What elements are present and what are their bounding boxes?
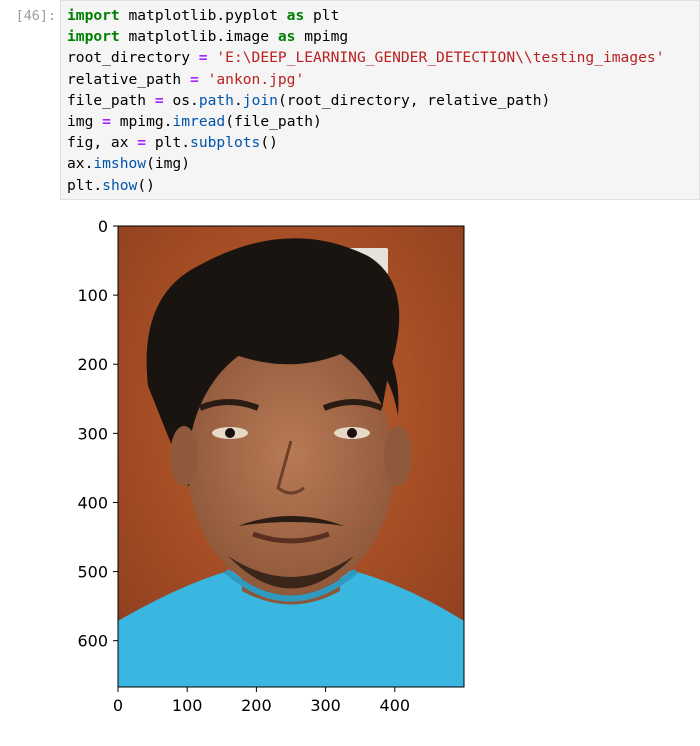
execution-count: [46]: — [15, 9, 56, 24]
x-tick-label: 0 — [113, 696, 123, 715]
x-tick-label: 100 — [172, 696, 203, 715]
y-tick-label: 400 — [77, 493, 108, 512]
axes: 0 100 200 300 400 0 100 200 300 400 500 600 — [77, 217, 465, 715]
y-tick-label: 0 — [98, 217, 108, 236]
code-line: relative_path = 'ankon.jpg' — [67, 70, 305, 88]
notebook-cell: [46]: import matplotlib.pyplot as plt imp… — [0, 0, 700, 742]
code-line: import matplotlib.image as mpimg — [67, 28, 349, 46]
code-line: root_directory = 'E:\DEEP_LEARNING_GENDE… — [67, 49, 665, 67]
x-tick-label: 200 — [241, 696, 272, 715]
matplotlib-figure: 0 100 200 300 400 0 100 200 300 400 500 600 — [77, 217, 465, 715]
y-tick-label: 500 — [77, 563, 108, 582]
left-pupil — [225, 428, 235, 438]
x-tick-label: 400 — [380, 696, 411, 715]
x-tick-label: 300 — [310, 696, 341, 715]
code-line: img = mpimg.imread(file_path) — [67, 112, 322, 130]
portrait-image — [118, 226, 464, 687]
code-line: fig, ax = plt.subplots() — [67, 134, 278, 152]
code-line: import matplotlib.pyplot as plt — [67, 7, 340, 24]
right-ear — [384, 426, 412, 486]
y-tick-label: 300 — [77, 424, 108, 443]
left-ear — [170, 426, 198, 486]
cell-output: 0 100 200 300 400 0 100 200 300 400 500 600 — [60, 200, 700, 742]
code-line: plt.show() — [67, 176, 155, 194]
y-tick-label: 200 — [77, 355, 108, 374]
code-content[interactable]: import matplotlib.pyplot as plt import ma… — [67, 5, 665, 196]
code-line: ax.imshow(img) — [67, 155, 191, 173]
y-tick-label: 600 — [77, 632, 108, 651]
y-tick-label: 100 — [77, 286, 108, 305]
code-line: file_path = os.path.join(root_directory,… — [67, 91, 551, 109]
right-pupil — [347, 428, 357, 438]
face — [188, 338, 394, 594]
code-editor[interactable]: import matplotlib.pyplot as plt import ma… — [60, 0, 700, 200]
